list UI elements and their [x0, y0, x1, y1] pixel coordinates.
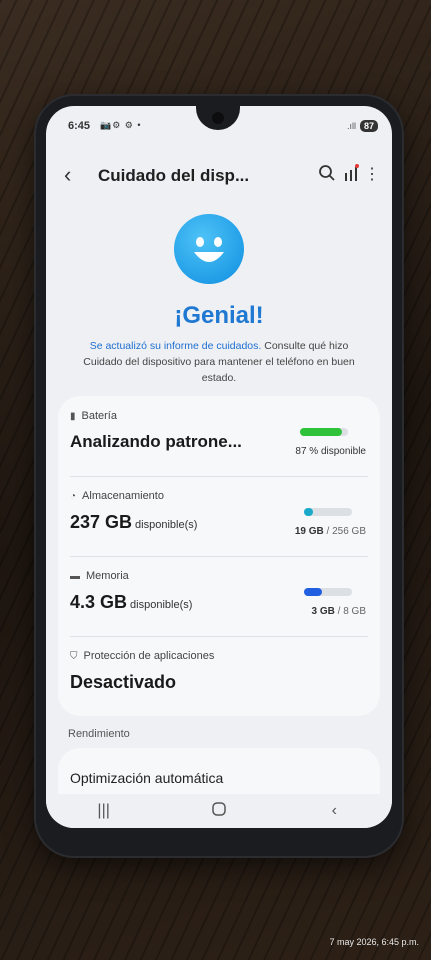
battery-item[interactable]: ▮ Batería Analizando patrone... 87 % dis… — [58, 396, 380, 476]
navigation-bar: ||| ‹ — [46, 794, 392, 828]
storage-used: 19 GB — [294, 526, 324, 537]
storage-value: 237 GB — [70, 512, 133, 532]
notification-icons: 📷⚙ ⚙ • — [100, 120, 142, 130]
shield-icon: ⛉ — [70, 650, 78, 662]
memory-chip-icon: ▬ — [70, 570, 80, 582]
screen: 6:45 📷⚙ ⚙ • .ıll 87 ‹ Cuidado del disp..… — [46, 106, 392, 828]
stats-icon[interactable] — [344, 164, 360, 187]
status-card: ▮ Batería Analizando patrone... 87 % dis… — [58, 396, 380, 716]
back-nav-button[interactable]: ‹ — [314, 802, 354, 820]
smiley-icon — [174, 214, 244, 284]
search-icon[interactable] — [318, 164, 336, 187]
signal-icon: .ıll — [346, 121, 356, 131]
battery-percent: 87 % disponible — [295, 446, 366, 457]
app-bar: ‹ Cuidado del disp... ⋮ — [46, 156, 392, 196]
battery-bar — [300, 428, 348, 436]
storage-bar-fill — [304, 508, 313, 516]
status-time: 6:45 — [68, 120, 91, 132]
storage-bar — [304, 508, 352, 516]
report-link[interactable]: Se actualizó su informe de cuidados. — [90, 340, 262, 352]
recent-apps-button[interactable]: ||| — [84, 802, 124, 820]
home-button[interactable] — [199, 801, 239, 821]
pie-chart-icon: ◔ — [70, 490, 77, 502]
app-protection-item[interactable]: ⛉ Protección de aplicaciones Desactivado — [58, 636, 380, 716]
hero-title: ¡Genial! — [174, 302, 264, 329]
storage-item[interactable]: ◔ Almacenamiento 237 GB disponible(s) 19 … — [58, 476, 380, 556]
memory-item[interactable]: ▬ Memoria 4.3 GB disponible(s) 3 GB / 8 G… — [58, 556, 380, 636]
page-title: Cuidado del disp... — [98, 166, 250, 185]
status-bar: 6:45 📷⚙ ⚙ • .ıll 87 — [46, 120, 392, 138]
memory-bar-fill — [304, 588, 322, 596]
memory-bar — [304, 588, 352, 596]
back-button[interactable]: ‹ — [64, 162, 71, 188]
more-options-icon[interactable]: ⋮ — [364, 164, 380, 184]
photo-timestamp: 7 may 2026, 6:45 p.m. — [329, 937, 419, 947]
battery-icon: ▮ — [70, 410, 76, 422]
battery-bar-fill — [300, 428, 342, 436]
hero-description: Se actualizó su informe de cuidados. Con… — [83, 340, 355, 384]
memory-used: 3 GB — [311, 606, 335, 617]
memory-value: 4.3 GB — [70, 592, 128, 612]
performance-section-label: Rendimiento — [68, 728, 130, 740]
auto-optimization-label: Optimización automática — [70, 770, 224, 786]
battery-indicator: 87 — [359, 120, 378, 132]
phone-frame: 6:45 📷⚙ ⚙ • .ıll 87 ‹ Cuidado del disp..… — [36, 96, 402, 856]
